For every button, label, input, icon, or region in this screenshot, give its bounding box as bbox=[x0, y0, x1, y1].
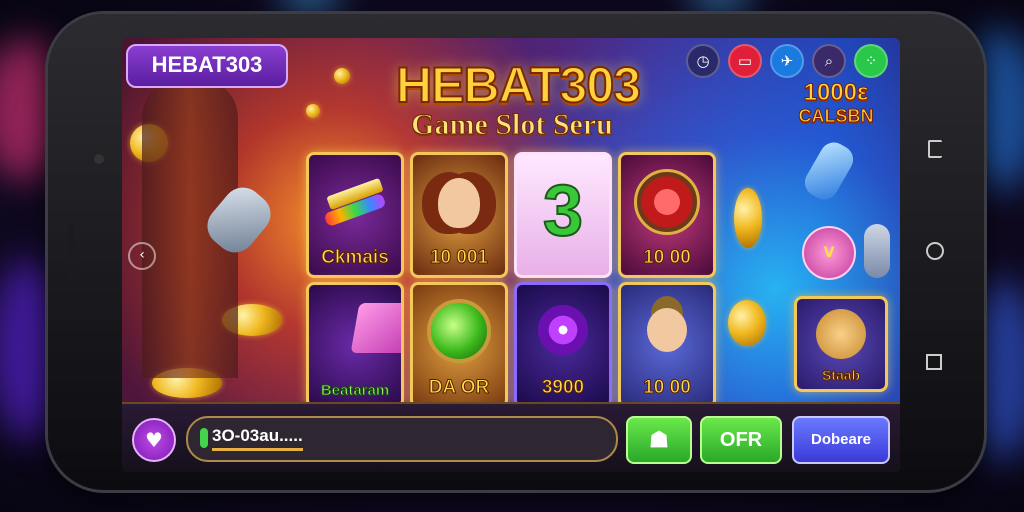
gold-bars-icon bbox=[323, 173, 387, 229]
pink-box-icon bbox=[350, 303, 401, 353]
coin-decoration bbox=[334, 68, 350, 84]
bird-icon[interactable]: ✈ bbox=[770, 44, 804, 78]
balance-value: 3O-03au..... bbox=[212, 426, 303, 451]
game-tile[interactable]: Ckmais bbox=[306, 152, 404, 278]
game-tile[interactable]: Beataram bbox=[306, 282, 404, 408]
tile-label: Staab bbox=[821, 367, 861, 384]
camera bbox=[94, 154, 104, 164]
tile-label: 3900 bbox=[541, 377, 585, 399]
side-game-tile[interactable]: Staab bbox=[794, 296, 888, 392]
balance-field[interactable]: 3O-03au..... bbox=[186, 416, 618, 462]
bonus-label: CALSBN bbox=[798, 106, 874, 127]
explorer-character-icon bbox=[637, 295, 697, 365]
clock-icon[interactable]: ◷ bbox=[686, 44, 720, 78]
bonus-badge[interactable]: 1000ε CALSBN bbox=[786, 79, 886, 127]
coin-decoration bbox=[306, 104, 320, 118]
ofr-button[interactable]: OFR bbox=[700, 416, 782, 464]
coin-decoration bbox=[728, 300, 766, 346]
lion-icon bbox=[816, 309, 866, 359]
back-nav-icon[interactable] bbox=[928, 140, 942, 158]
status-indicator bbox=[200, 428, 208, 448]
game-tile[interactable]: 3900 bbox=[514, 282, 612, 408]
scroll-handle[interactable] bbox=[864, 224, 890, 278]
bonus-amount: 1000ε bbox=[803, 79, 869, 106]
capsule-icon bbox=[799, 137, 859, 205]
search-icon[interactable]: ⌕ bbox=[812, 44, 846, 78]
purple-swirl-icon bbox=[538, 305, 588, 355]
tile-label: DA OR bbox=[428, 377, 490, 399]
tile-label: 10 00 bbox=[643, 247, 692, 269]
game-tile[interactable]: 10 00 bbox=[618, 152, 716, 278]
coin-decoration bbox=[734, 188, 762, 248]
recents-nav-icon[interactable] bbox=[926, 354, 942, 370]
yellow-badge-icon[interactable]: V bbox=[802, 226, 856, 280]
red-wheel-icon bbox=[634, 169, 700, 235]
tile-label: 10 001 bbox=[429, 247, 489, 269]
game-tile[interactable]: 3 bbox=[514, 152, 612, 278]
game-screen: HEBAT303 HEBAT303 Game Slot Seru ◷ ▭ ✈ ⌕… bbox=[122, 38, 900, 472]
site-logo: HEBAT303 bbox=[126, 44, 288, 88]
top-toolbar: ◷ ▭ ✈ ⌕ ⁘ bbox=[686, 44, 888, 78]
woman-character-icon bbox=[429, 165, 489, 241]
prev-arrow-icon[interactable]: ‹ bbox=[128, 242, 156, 270]
page-title: HEBAT303 bbox=[395, 56, 642, 114]
game-tile[interactable]: 10 001 bbox=[410, 152, 508, 278]
speaker bbox=[68, 224, 74, 284]
deposit-button[interactable]: Dobeare bbox=[792, 416, 890, 464]
tile-label: 10 00 bbox=[643, 377, 692, 399]
number-three-icon: 3 bbox=[542, 170, 584, 252]
tile-label: Beataram bbox=[320, 382, 390, 400]
screen-icon[interactable]: ▭ bbox=[728, 44, 762, 78]
heart-icon[interactable]: ♥ bbox=[132, 418, 176, 462]
turtle-icon[interactable]: ☗ bbox=[626, 416, 692, 464]
bottom-bar: ♥ 3O-03au..... ☗ OFR Dobeare bbox=[122, 402, 900, 472]
green-orb-icon bbox=[427, 299, 491, 363]
home-nav-icon[interactable] bbox=[926, 242, 944, 260]
grid-icon[interactable]: ⁘ bbox=[854, 44, 888, 78]
game-tile[interactable]: DA OR bbox=[410, 282, 508, 408]
tile-label: Ckmais bbox=[321, 247, 390, 269]
game-tile[interactable]: 10 00 bbox=[618, 282, 716, 408]
page-subtitle: Game Slot Seru bbox=[411, 108, 614, 142]
